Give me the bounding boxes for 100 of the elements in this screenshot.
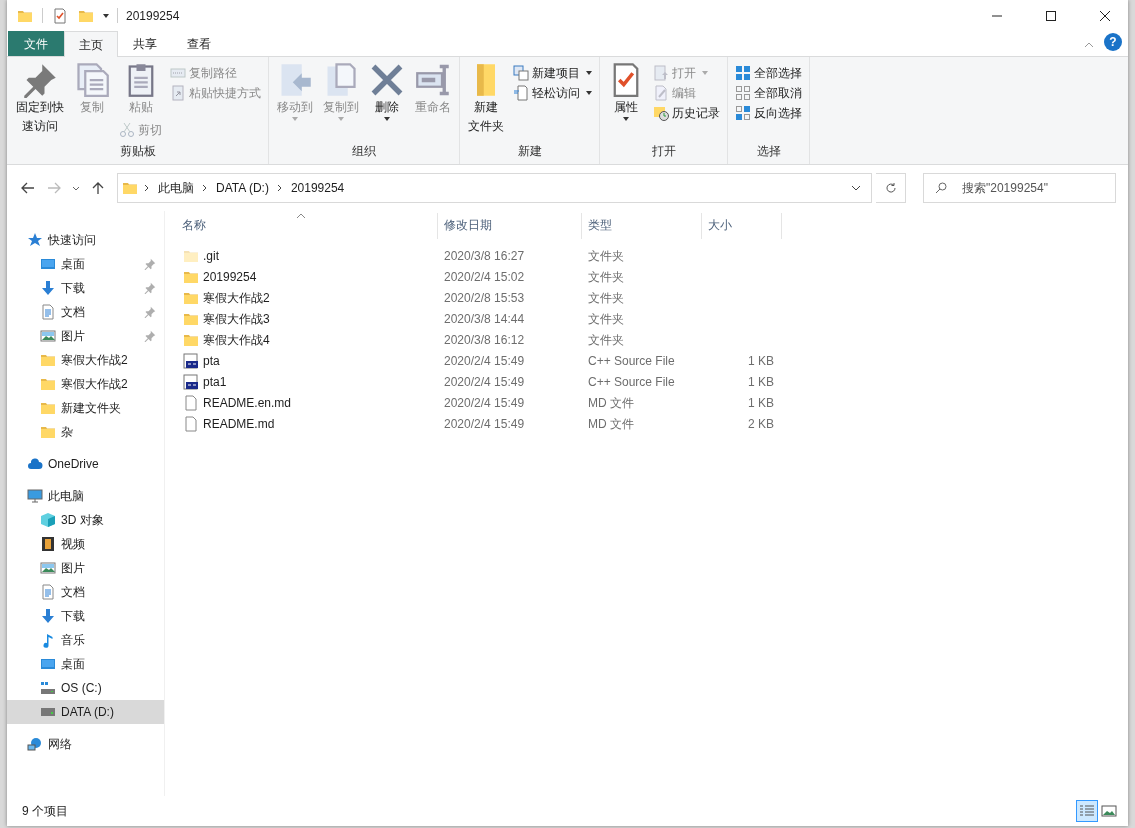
ribbon-button[interactable]: 历史记录	[650, 103, 723, 123]
sidebar-item[interactable]: 下载	[7, 604, 164, 628]
date-cell: 2020/3/8 16:27	[444, 248, 525, 263]
date-cell: 2020/2/4 15:49	[444, 395, 525, 410]
address-bar[interactable]: 此电脑 DATA (D:) 20199254	[117, 173, 872, 203]
column-header[interactable]: 大小	[702, 213, 782, 239]
column-header[interactable]: 修改日期	[438, 213, 582, 239]
file-name[interactable]: README.en.md	[203, 393, 292, 412]
ribbon-tab[interactable]: 查看	[172, 31, 226, 56]
column-header[interactable]: 名称	[165, 213, 438, 239]
sidebar-item[interactable]: 图片	[7, 556, 164, 580]
file-name[interactable]: 寒假大作战2	[203, 288, 270, 307]
file-name[interactable]: pta1	[203, 372, 227, 391]
ribbon-tab[interactable]: 共享	[118, 31, 172, 56]
file-name[interactable]: .git	[203, 246, 219, 265]
ribbon-button[interactable]: 全部取消	[732, 83, 805, 103]
ribbon-button[interactable]: 删除	[365, 59, 409, 125]
down-arrow-icon	[40, 608, 56, 624]
refresh-icon	[884, 182, 897, 194]
computer-icon	[27, 488, 43, 504]
picture-icon	[1101, 804, 1117, 818]
sidebar-item[interactable]: 图片	[7, 324, 164, 348]
ribbon-button[interactable]: 轻松访问	[510, 83, 595, 103]
sidebar-item[interactable]: 桌面	[7, 652, 164, 676]
scissors-icon	[119, 122, 135, 139]
folder-icon	[122, 180, 138, 196]
file-name[interactable]: pta	[203, 351, 220, 370]
sidebar-item[interactable]: 此电脑	[7, 484, 164, 508]
sidebar-item[interactable]: 寒假大作战2	[7, 372, 164, 396]
folder-icon	[40, 352, 56, 368]
sidebar-item[interactable]: 文档	[7, 580, 164, 604]
size-cell: 2 KB	[748, 416, 774, 431]
page-icon	[513, 85, 529, 101]
ribbon-button[interactable]: 全部选择	[732, 63, 805, 83]
ribbon-button[interactable]: 属性	[604, 59, 648, 125]
sidebar-item[interactable]: 下载	[7, 276, 164, 300]
rename-icon	[415, 62, 451, 98]
size-cell: 1 KB	[748, 353, 774, 368]
sidebar-item[interactable]: DATA (D:)	[7, 700, 164, 724]
sidebar-item[interactable]: OS (C:)	[7, 676, 164, 700]
drive-icon	[40, 680, 56, 696]
folder-icon	[40, 376, 56, 392]
breadcrumb-link[interactable]: DATA (D:)	[214, 179, 271, 197]
ribbon-button[interactable]: 反向选择	[732, 103, 805, 123]
type-cell: C++ Source File	[588, 374, 675, 389]
column-header[interactable]: 类型	[582, 213, 702, 239]
sidebar-item[interactable]: 文档	[7, 300, 164, 324]
search-field[interactable]: 搜索"20199254"	[923, 173, 1116, 203]
details-view-button[interactable]	[1076, 800, 1098, 822]
sidebar-item[interactable]: 音乐	[7, 628, 164, 652]
star-icon	[27, 232, 43, 248]
search-icon	[935, 182, 947, 194]
sidebar-item[interactable]: 快速访问	[7, 228, 164, 252]
open-icon	[653, 65, 669, 81]
sidebar-item[interactable]: 寒假大作战2	[7, 348, 164, 372]
chevron-down-icon[interactable]	[851, 185, 861, 191]
breadcrumb-link[interactable]: 20199254	[288, 179, 347, 197]
file-name[interactable]: 寒假大作战3	[203, 309, 270, 328]
date-cell: 2020/2/4 15:02	[444, 269, 525, 284]
caret-icon[interactable]	[103, 13, 109, 18]
ribbon-button[interactable]: 新建 文件夹	[464, 59, 508, 140]
file-menu-tab[interactable]: 文件	[8, 31, 64, 56]
history-icon	[653, 105, 669, 121]
document-icon	[40, 304, 56, 320]
refresh-button[interactable]	[876, 173, 906, 203]
sidebar-item[interactable]: 杂	[7, 420, 164, 444]
folder-icon	[40, 424, 56, 440]
list-icon	[1079, 804, 1095, 818]
close-icon	[1099, 9, 1111, 22]
grid-icon	[735, 65, 751, 81]
date-cell: 2020/3/8 16:12	[444, 332, 525, 347]
file-name[interactable]: 寒假大作战4	[203, 330, 270, 349]
sidebar-item[interactable]: 桌面	[7, 252, 164, 276]
type-cell: 文件夹	[588, 248, 624, 263]
monitor-icon	[40, 256, 56, 272]
folder-icon	[40, 400, 56, 416]
network-icon	[27, 736, 43, 752]
file-name[interactable]: 20199254	[203, 267, 257, 286]
date-cell: 2020/3/8 14:44	[444, 311, 525, 326]
chevron-icon	[202, 184, 208, 192]
group-label: 组织	[351, 143, 377, 160]
type-cell: 文件夹	[588, 311, 624, 326]
cube-icon	[40, 512, 56, 528]
sidebar-item[interactable]: 视频	[7, 532, 164, 556]
sidebar-item[interactable]: 网络	[7, 732, 164, 756]
sidebar-item[interactable]: 3D 对象	[7, 508, 164, 532]
sidebar-item[interactable]: 新建文件夹	[7, 396, 164, 420]
checked-page-icon	[52, 7, 68, 24]
ribbon-button[interactable]: 固定到快 速访问	[12, 59, 68, 140]
breadcrumb-link[interactable]: 此电脑	[156, 179, 196, 197]
file-name[interactable]: README.md	[203, 414, 275, 433]
chevron-icon	[276, 184, 283, 192]
sidebar-item[interactable]: OneDrive	[7, 452, 164, 476]
ribbon-button[interactable]: 新建项目	[510, 63, 595, 83]
ribbon-tab[interactable]: 主页	[64, 31, 118, 57]
help-button[interactable]: ?	[1104, 33, 1122, 51]
date-cell: 2020/2/4 15:49	[444, 374, 525, 389]
cross-icon	[369, 62, 405, 98]
chevron-down-icon	[72, 185, 80, 191]
group-label: 选择	[755, 143, 782, 160]
